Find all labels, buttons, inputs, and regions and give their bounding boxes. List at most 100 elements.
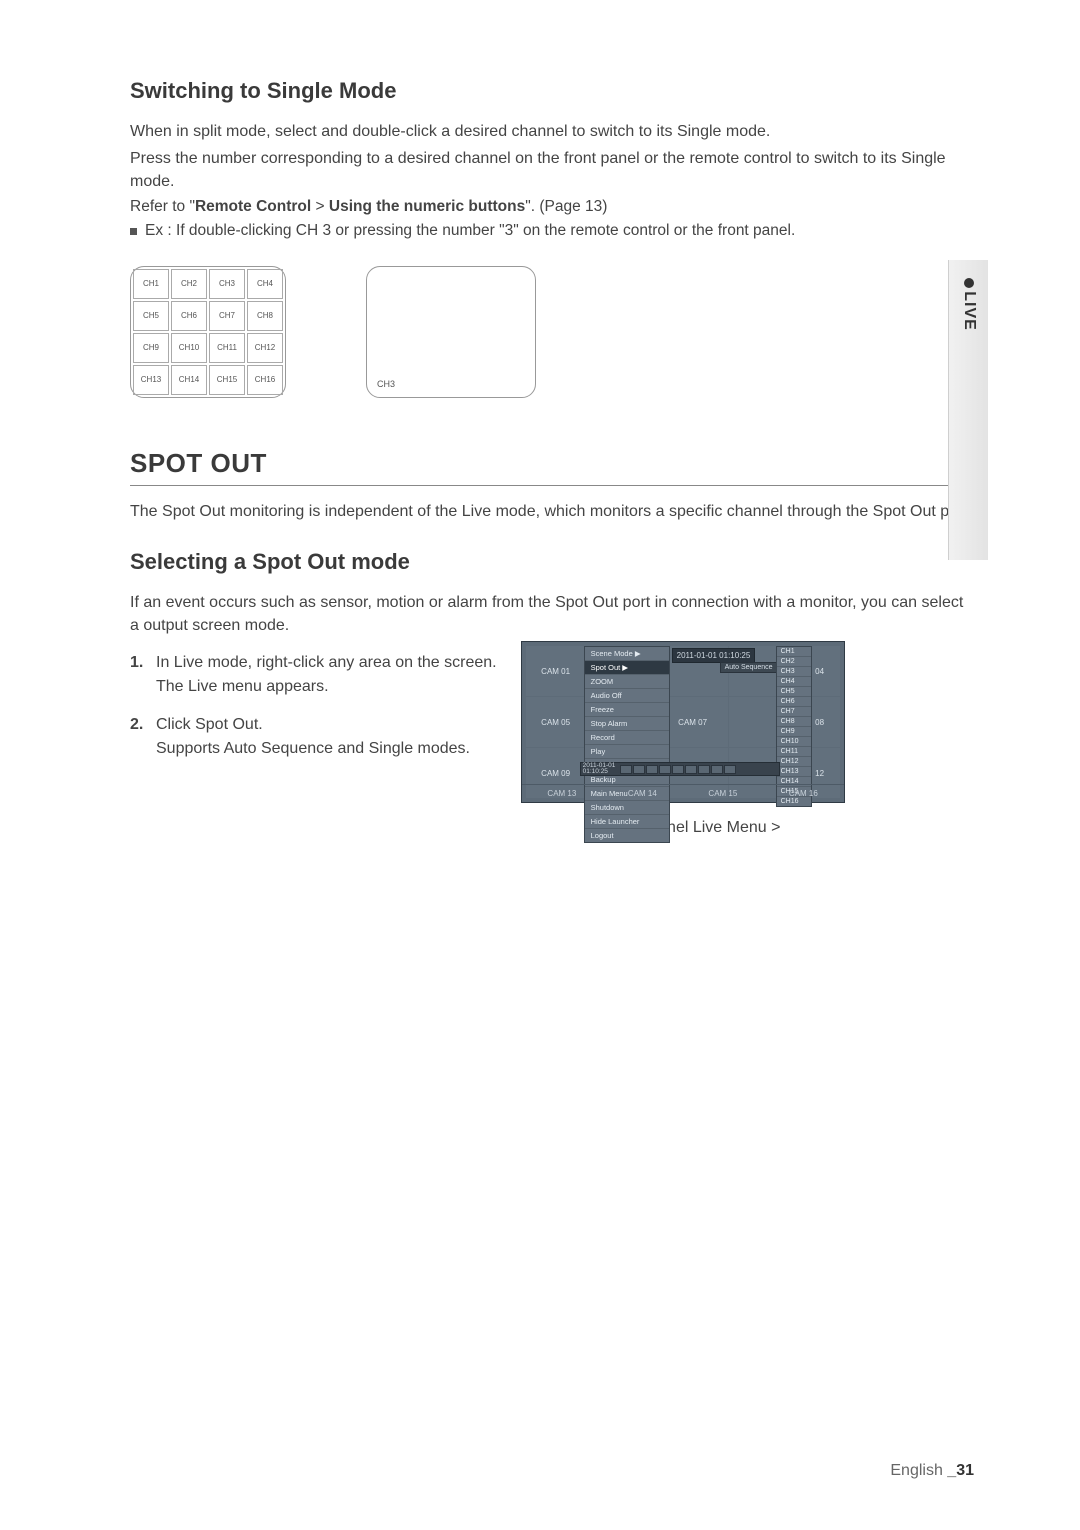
grid-cell: CH10 — [171, 333, 207, 363]
figure-column: CAM 01 04 CAM 05 CAM 07 08 CAM 09 CAM 11… — [521, 641, 845, 837]
figure-auto-sequence-item[interactable]: Auto Sequence — [720, 662, 778, 673]
ch-item[interactable]: CH13 — [777, 767, 811, 777]
ctx-item-scene-mode[interactable]: Scene Mode ▶ — [585, 647, 669, 661]
ch-item[interactable]: CH12 — [777, 757, 811, 767]
launcher-layout-icon[interactable] — [646, 765, 658, 774]
ch-item[interactable]: CH9 — [777, 727, 811, 737]
diagrams-row: CH1 CH2 CH3 CH4 CH5 CH6 CH7 CH8 CH9 CH10… — [130, 266, 974, 398]
para-spot-out-intro: The Spot Out monitoring is independent o… — [130, 500, 974, 523]
ctx-item-audio-off[interactable]: Audio Off — [585, 689, 669, 703]
page-footer: English _31 — [890, 1462, 974, 1480]
step-text: Click Spot Out. Supports Auto Sequence a… — [156, 713, 470, 761]
ch-item[interactable]: CH4 — [777, 677, 811, 687]
ref-bold-1: Remote Control — [195, 198, 311, 215]
grid-cell: CH13 — [133, 365, 169, 395]
launcher-layout-icon[interactable] — [633, 765, 645, 774]
ref-bold-2: Using the numeric buttons — [329, 198, 525, 215]
ch-item[interactable]: CH5 — [777, 687, 811, 697]
para-switching-2: Press the number corresponding to a desi… — [130, 147, 974, 193]
figure-launcher-bar: 2011-01-01 01:10:25 — [580, 762, 780, 776]
figure-multichannel-live-menu: CAM 01 04 CAM 05 CAM 07 08 CAM 09 CAM 11… — [521, 641, 845, 803]
grid-cell: CH16 — [247, 365, 283, 395]
heading-switching-single-mode: Switching to Single Mode — [130, 78, 974, 104]
example-text: Ex : If double-clicking CH 3 or pressing… — [145, 222, 795, 240]
launcher-layout-icon[interactable] — [620, 765, 632, 774]
grid-cell: CH6 — [171, 301, 207, 331]
ch-item[interactable]: CH11 — [777, 747, 811, 757]
heading-selecting-spot-out-mode: Selecting a Spot Out mode — [130, 549, 974, 575]
diagram-single-frame: CH3 — [366, 266, 536, 398]
grid-cell: CH4 — [247, 269, 283, 299]
ctx-item-zoom[interactable]: ZOOM — [585, 675, 669, 689]
launcher-layout-icon[interactable] — [724, 765, 736, 774]
ref-gt: > — [311, 198, 329, 215]
fig-bottom-cam: CAM 14 — [602, 784, 683, 798]
fig-cell-cam: CAM 05 — [526, 697, 586, 747]
figure-context-menu: Scene Mode ▶ Spot Out ▶ ZOOM Audio Off F… — [584, 646, 670, 843]
fig-bottom-cam: CAM 16 — [763, 784, 844, 798]
diagram-grid-16: CH1 CH2 CH3 CH4 CH5 CH6 CH7 CH8 CH9 CH10… — [130, 266, 286, 398]
ch-item[interactable]: CH2 — [777, 657, 811, 667]
grid-cell: CH12 — [247, 333, 283, 363]
ctx-item-logout[interactable]: Logout — [585, 829, 669, 842]
grid-cell: CH5 — [133, 301, 169, 331]
ctx-item-record[interactable]: Record — [585, 731, 669, 745]
figure-bottom-row: CAM 13 CAM 14 CAM 15 CAM 16 — [522, 784, 844, 798]
section-rule — [130, 485, 974, 486]
figure-caption: < Multichannel Live Menu > — [521, 819, 845, 837]
ch-item[interactable]: CH10 — [777, 737, 811, 747]
para-selecting-intro: If an event occurs such as sensor, motio… — [130, 591, 974, 637]
single-frame-label: CH3 — [377, 379, 395, 389]
launcher-layout-icon[interactable] — [659, 765, 671, 774]
step-number: 1. — [130, 651, 148, 699]
side-tab-dot — [964, 278, 974, 288]
grid-cell: CH14 — [171, 365, 207, 395]
step-item: 2. Click Spot Out. Supports Auto Sequenc… — [130, 713, 497, 761]
para-switching-1: When in split mode, select and double-cl… — [130, 120, 974, 143]
grid-cell: CH11 — [209, 333, 245, 363]
launcher-layout-icon[interactable] — [711, 765, 723, 774]
grid-cell: CH7 — [209, 301, 245, 331]
page: LIVE Switching to Single Mode When in sp… — [0, 0, 1080, 1530]
ctx-item-spot-out[interactable]: Spot Out ▶ — [585, 661, 669, 675]
grid-cell: CH15 — [209, 365, 245, 395]
square-bullet-icon — [130, 228, 137, 235]
side-tab-live: LIVE — [948, 260, 988, 560]
step-item: 1. In Live mode, right-click any area on… — [130, 651, 497, 699]
two-column-row: 1. In Live mode, right-click any area on… — [130, 641, 974, 837]
grid-cell: CH3 — [209, 269, 245, 299]
ctx-item-stop-alarm[interactable]: Stop Alarm — [585, 717, 669, 731]
ch-item[interactable]: CH3 — [777, 667, 811, 677]
launcher-layout-icon[interactable] — [685, 765, 697, 774]
ctx-item-play[interactable]: Play — [585, 745, 669, 759]
grid-cell: CH1 — [133, 269, 169, 299]
launcher-layout-icon[interactable] — [672, 765, 684, 774]
ch-item[interactable]: CH1 — [777, 647, 811, 657]
grid-cell: CH2 — [171, 269, 207, 299]
ch-item[interactable]: CH6 — [777, 697, 811, 707]
ctx-item-hide-launcher[interactable]: Hide Launcher — [585, 815, 669, 829]
figure-channel-submenu: CH1 CH2 CH3 CH4 CH5 CH6 CH7 CH8 CH9 CH10… — [776, 646, 812, 807]
ref-line: Refer to "Remote Control > Using the num… — [130, 198, 974, 216]
ch-item[interactable]: CH16 — [777, 797, 811, 806]
example-row: Ex : If double-clicking CH 3 or pressing… — [130, 222, 974, 240]
side-tab-label: LIVE — [960, 291, 978, 331]
ctx-item-shutdown[interactable]: Shutdown — [585, 801, 669, 815]
fig-bottom-cam: CAM 13 — [522, 784, 603, 798]
grid-cell: CH8 — [247, 301, 283, 331]
step-text: In Live mode, right-click any area on th… — [156, 651, 497, 699]
grid-cell: CH9 — [133, 333, 169, 363]
launcher-layout-icon[interactable] — [698, 765, 710, 774]
ctx-item-freeze[interactable]: Freeze — [585, 703, 669, 717]
ch-item[interactable]: CH7 — [777, 707, 811, 717]
step-number: 2. — [130, 713, 148, 761]
ch-item[interactable]: CH8 — [777, 717, 811, 727]
launcher-datetime: 2011-01-01 01:10:25 — [583, 763, 616, 776]
figure-date-overlay: 2011-01-01 01:10:25 — [672, 648, 756, 663]
ref-suffix: ". (Page 13) — [525, 198, 607, 215]
fig-bottom-cam: CAM 15 — [683, 784, 764, 798]
ref-prefix: Refer to " — [130, 198, 195, 215]
fig-cell-cam: CAM 01 — [526, 646, 586, 696]
footer-page: _31 — [947, 1462, 974, 1479]
footer-lang: English — [890, 1462, 947, 1479]
